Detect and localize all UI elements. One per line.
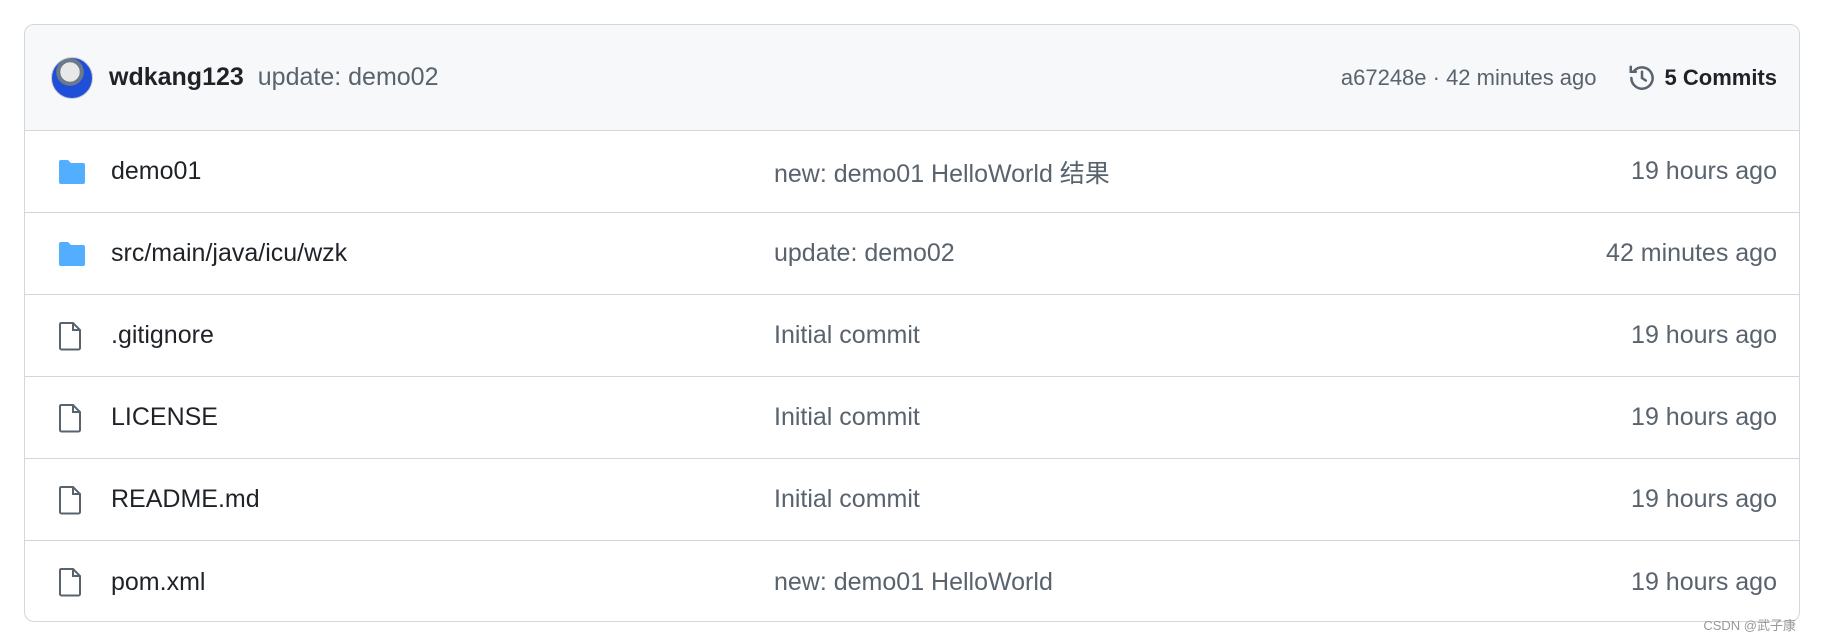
file-list: wdkang123 update: demo02 a67248e · 42 mi… — [24, 24, 1800, 622]
file-row[interactable]: src/main/java/icu/wzk update: demo02 42 mi… — [25, 213, 1799, 295]
file-name-link[interactable]: pom.xml — [111, 568, 774, 597]
commit-message[interactable]: update: demo02 — [258, 63, 439, 92]
commit-message-link[interactable]: new: demo01 HelloWorld 结果 — [774, 154, 1631, 190]
file-row[interactable]: README.md Initial commit 19 hours ago — [25, 459, 1799, 541]
commit-message-link[interactable]: update: demo02 — [774, 239, 1606, 268]
commit-date: 19 hours ago — [1631, 157, 1777, 185]
commits-button[interactable]: 5 Commits — [1627, 63, 1777, 93]
file-icon — [57, 321, 93, 351]
commit-sha-time[interactable]: a67248e · 42 minutes ago — [1341, 65, 1597, 91]
file-row[interactable]: demo01 new: demo01 HelloWorld 结果 19 hours … — [25, 131, 1799, 213]
file-name-link[interactable]: LICENSE — [111, 403, 774, 432]
avatar[interactable] — [51, 56, 93, 99]
file-icon — [57, 567, 93, 597]
history-icon — [1629, 65, 1654, 90]
file-row[interactable]: LICENSE Initial commit 19 hours ago — [25, 377, 1799, 459]
folder-icon — [57, 241, 93, 267]
file-name-link[interactable]: .gitignore — [111, 321, 774, 350]
folder-icon — [57, 159, 93, 185]
file-row[interactable]: .gitignore Initial commit 19 hours ago — [25, 295, 1799, 377]
commits-label: 5 Commits — [1664, 64, 1777, 90]
commit-message-link[interactable]: Initial commit — [774, 485, 1631, 514]
commit-author[interactable]: wdkang123 — [109, 63, 244, 92]
commit-date: 19 hours ago — [1631, 485, 1777, 513]
commit-message-link[interactable]: Initial commit — [774, 403, 1631, 432]
commit-date: 19 hours ago — [1631, 567, 1777, 596]
commit-message-link[interactable]: Initial commit — [774, 321, 1631, 350]
file-name-link[interactable]: src/main/java/icu/wzk — [111, 239, 774, 268]
file-name-link[interactable]: demo01 — [111, 157, 774, 186]
commit-date: 42 minutes ago — [1606, 239, 1777, 267]
file-icon — [57, 403, 93, 433]
commit-message-link[interactable]: new: demo01 HelloWorld — [774, 568, 1631, 597]
watermark: CSDN @武子康 — [1703, 618, 1796, 633]
latest-commit-bar: wdkang123 update: demo02 a67248e · 42 mi… — [25, 25, 1799, 131]
file-icon — [57, 485, 93, 515]
commit-date: 19 hours ago — [1631, 403, 1777, 431]
file-name-link[interactable]: README.md — [111, 485, 774, 514]
commit-date: 19 hours ago — [1631, 321, 1777, 349]
file-row[interactable]: pom.xml new: demo01 HelloWorld 19 hours ag… — [25, 541, 1799, 621]
